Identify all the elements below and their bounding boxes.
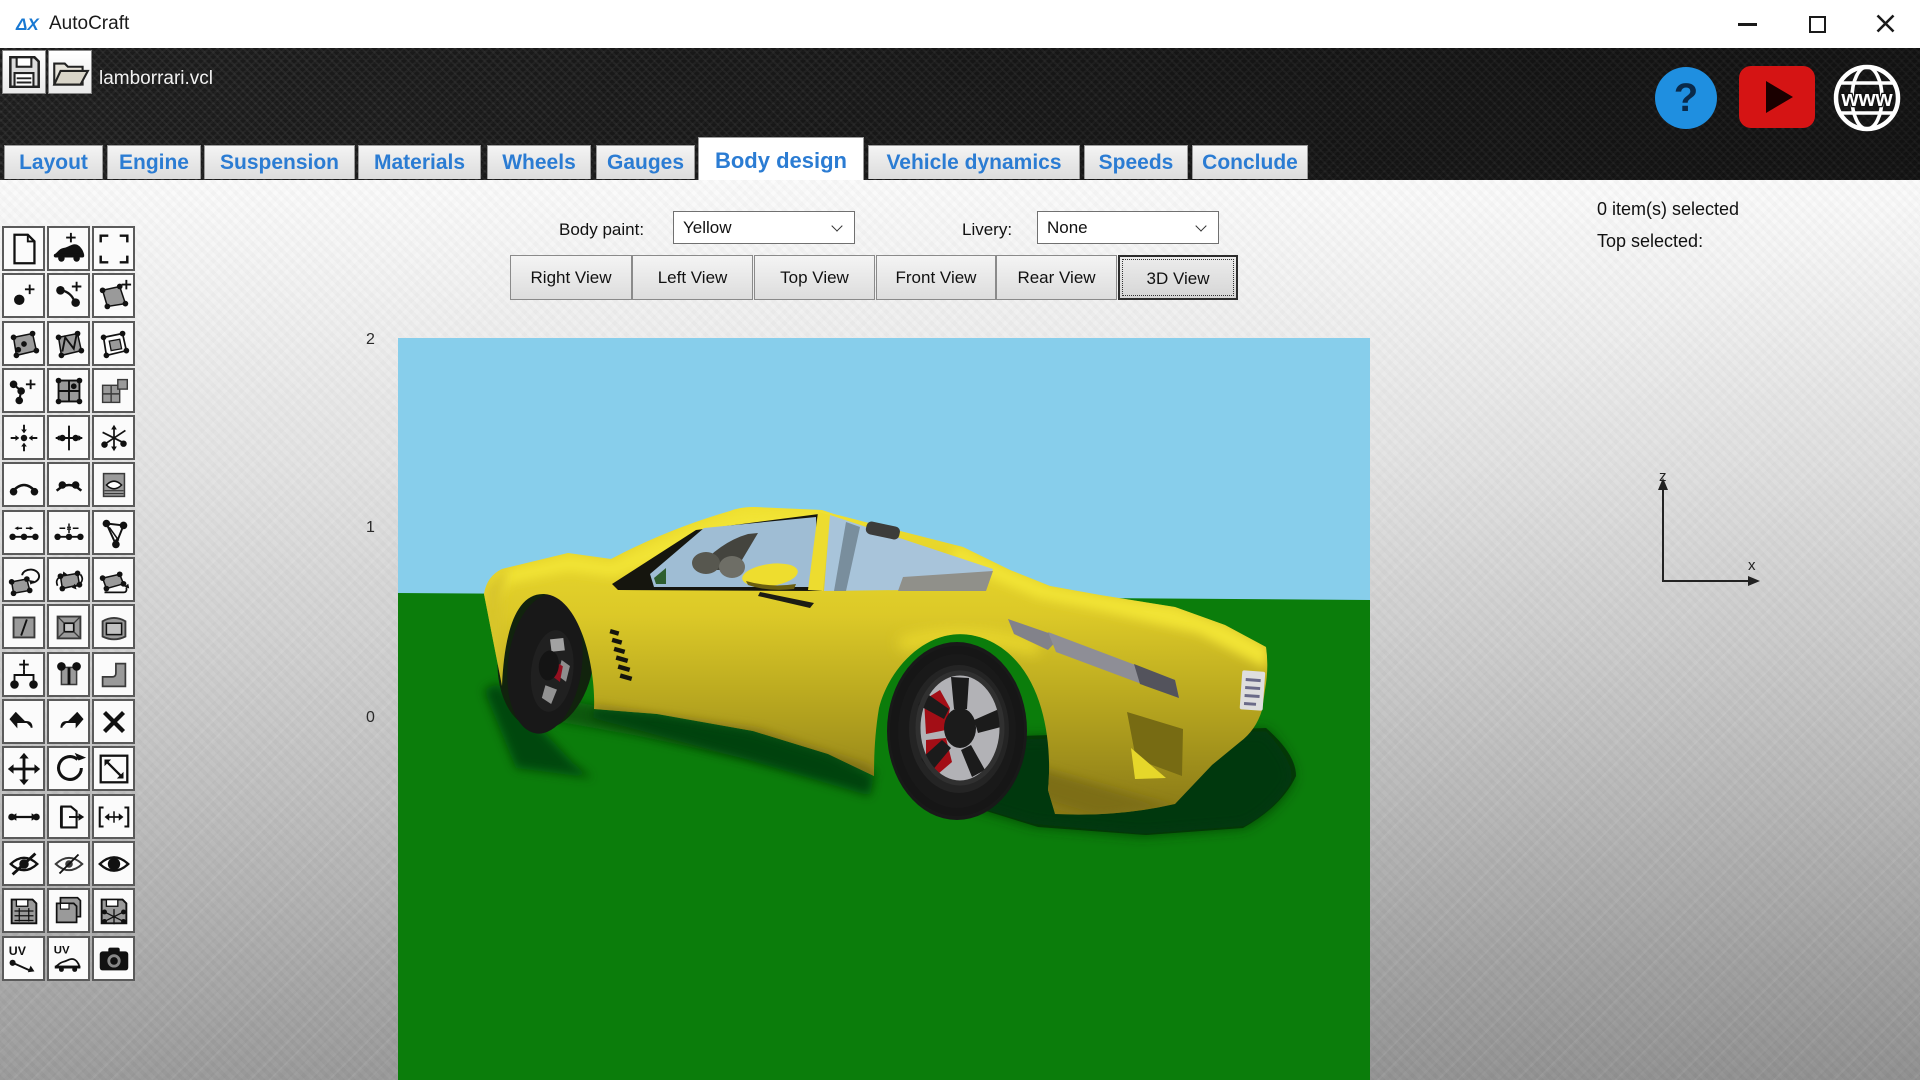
svg-text:x: x (1748, 557, 1756, 574)
svg-text:www: www (1840, 86, 1893, 111)
svg-text:UV: UV (53, 944, 69, 956)
svg-text:UV: UV (8, 944, 26, 958)
